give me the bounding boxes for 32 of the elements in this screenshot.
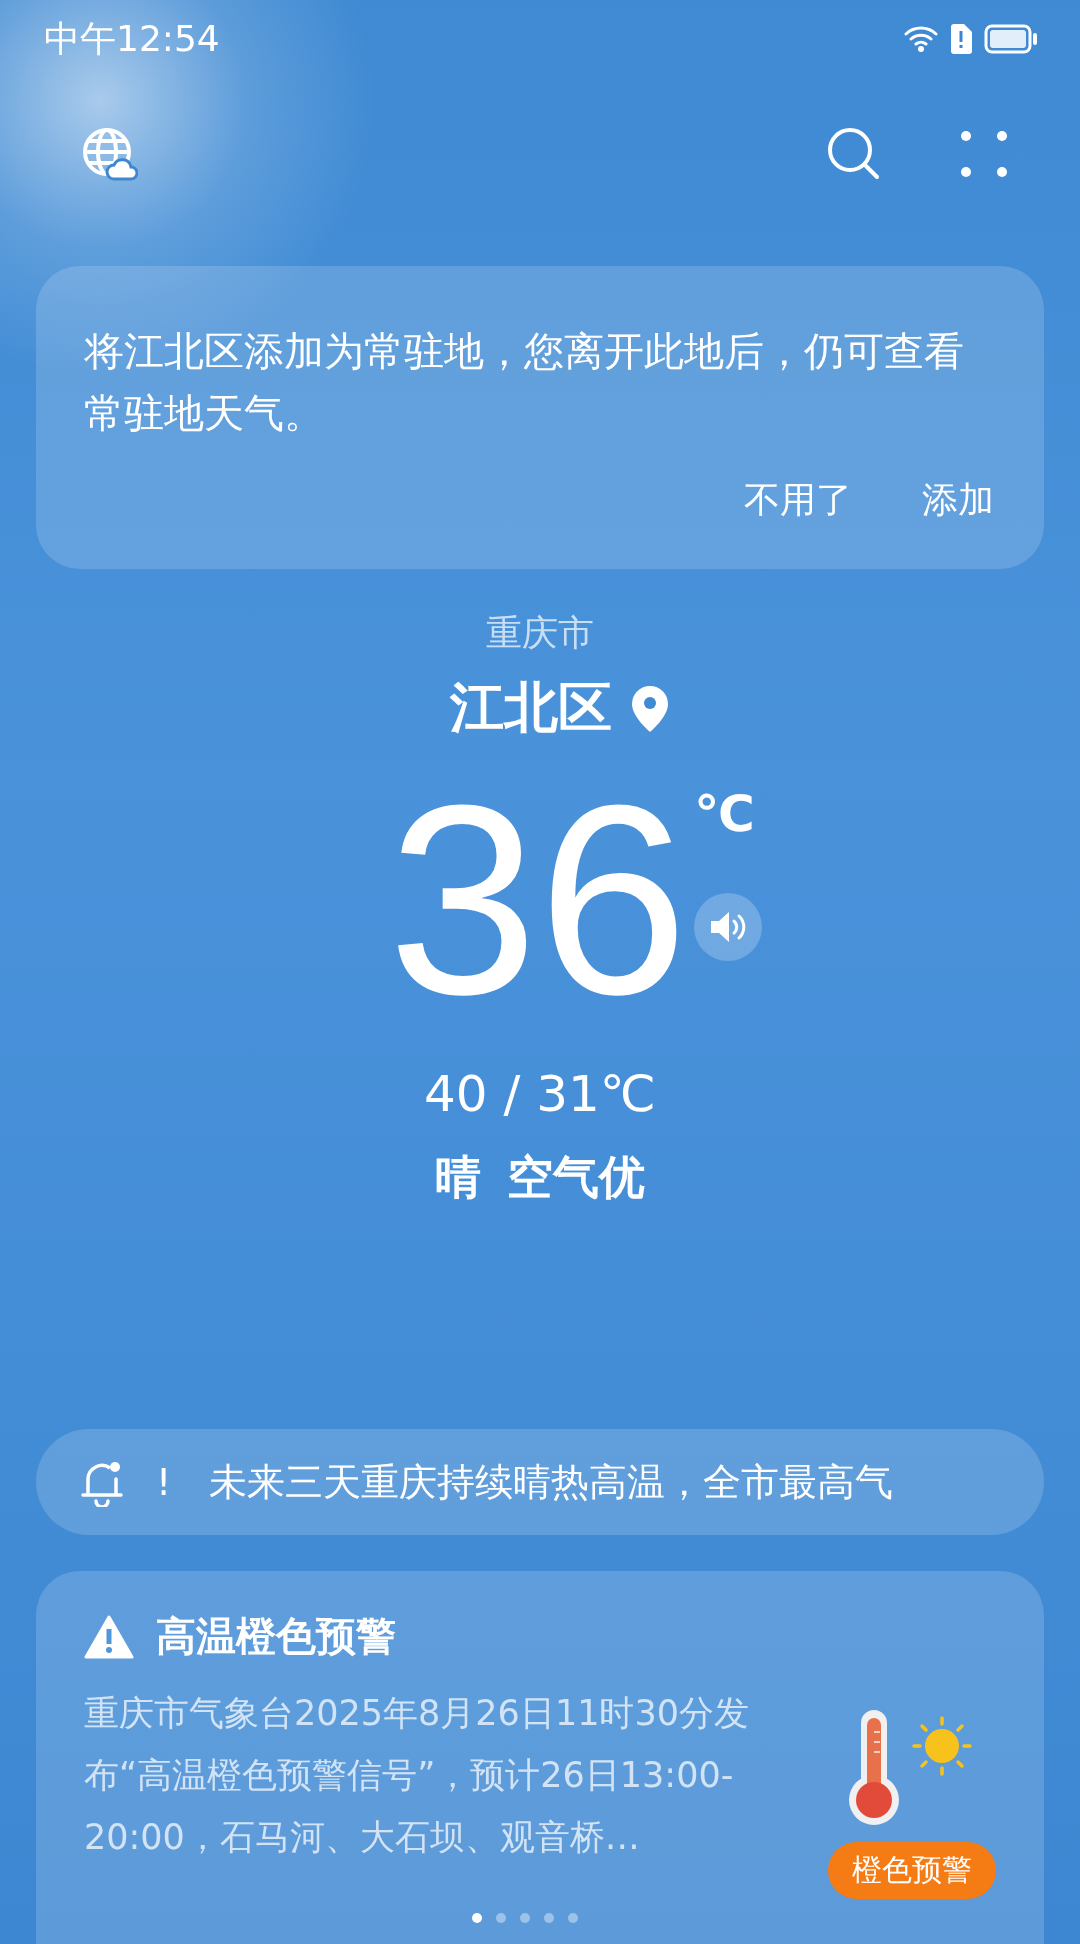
battery-icon [984,24,1038,54]
page-dot[interactable] [472,1913,482,1923]
temperature-unit: ℃ [694,785,755,843]
warning-icon [84,1614,134,1659]
warning-level-badge: 橙色预警 [828,1842,996,1899]
sim-alert-icon [950,24,972,54]
prompt-action-button[interactable]: 不用了 [744,476,852,525]
warning-card[interactable]: 高温橙色预警 重庆市气象台2025年8月26日11时30分发布“高温橙色预警信号”，预计26日13:00-20:00，石马河、大石坝、观音桥… 橙色预警 [36,1571,1044,1944]
air-quality: 空气优 [507,1149,645,1206]
current-temperature: 36 [387,765,689,1035]
notice-mark: ! [156,1460,172,1504]
page-dot[interactable] [544,1913,554,1923]
search-icon[interactable] [826,126,882,182]
temperature-range: 40 / 31℃ [424,1065,656,1123]
warning-description: 重庆市气象台2025年8月26日11时30分发布“高温橙色预警信号”，预计26日13:00-20:00，石马河、大石坝、观音桥… [84,1692,750,1859]
district-name: 江北区 [450,675,612,741]
notice-text: 未来三天重庆持续晴热高温，全市最高气 [209,1458,894,1506]
globe-cloud-icon[interactable] [80,125,138,183]
wifi-icon [904,24,938,54]
more-dots-icon[interactable] [960,130,1008,178]
warning-title: 高温橙色预警 [156,1612,396,1661]
city-name: 重庆市 [486,611,594,655]
prompt-message: 将江北区添加为常驻地，您离开此地后，仍可查看常驻地天气。 [84,327,965,438]
weather-condition: 晴 [435,1149,481,1206]
page-dot[interactable] [568,1913,578,1923]
page-dot[interactable] [496,1913,506,1923]
prompt-action-button[interactable]: 添加 [922,476,994,525]
notice-bar[interactable]: ! 未来三天重庆持续晴热高温，全市最高气 [36,1429,1044,1535]
location-pin-icon [630,683,670,734]
page-dot[interactable] [520,1913,530,1923]
speaker-icon [709,910,748,944]
status-time: 中午12:54 [44,16,220,61]
